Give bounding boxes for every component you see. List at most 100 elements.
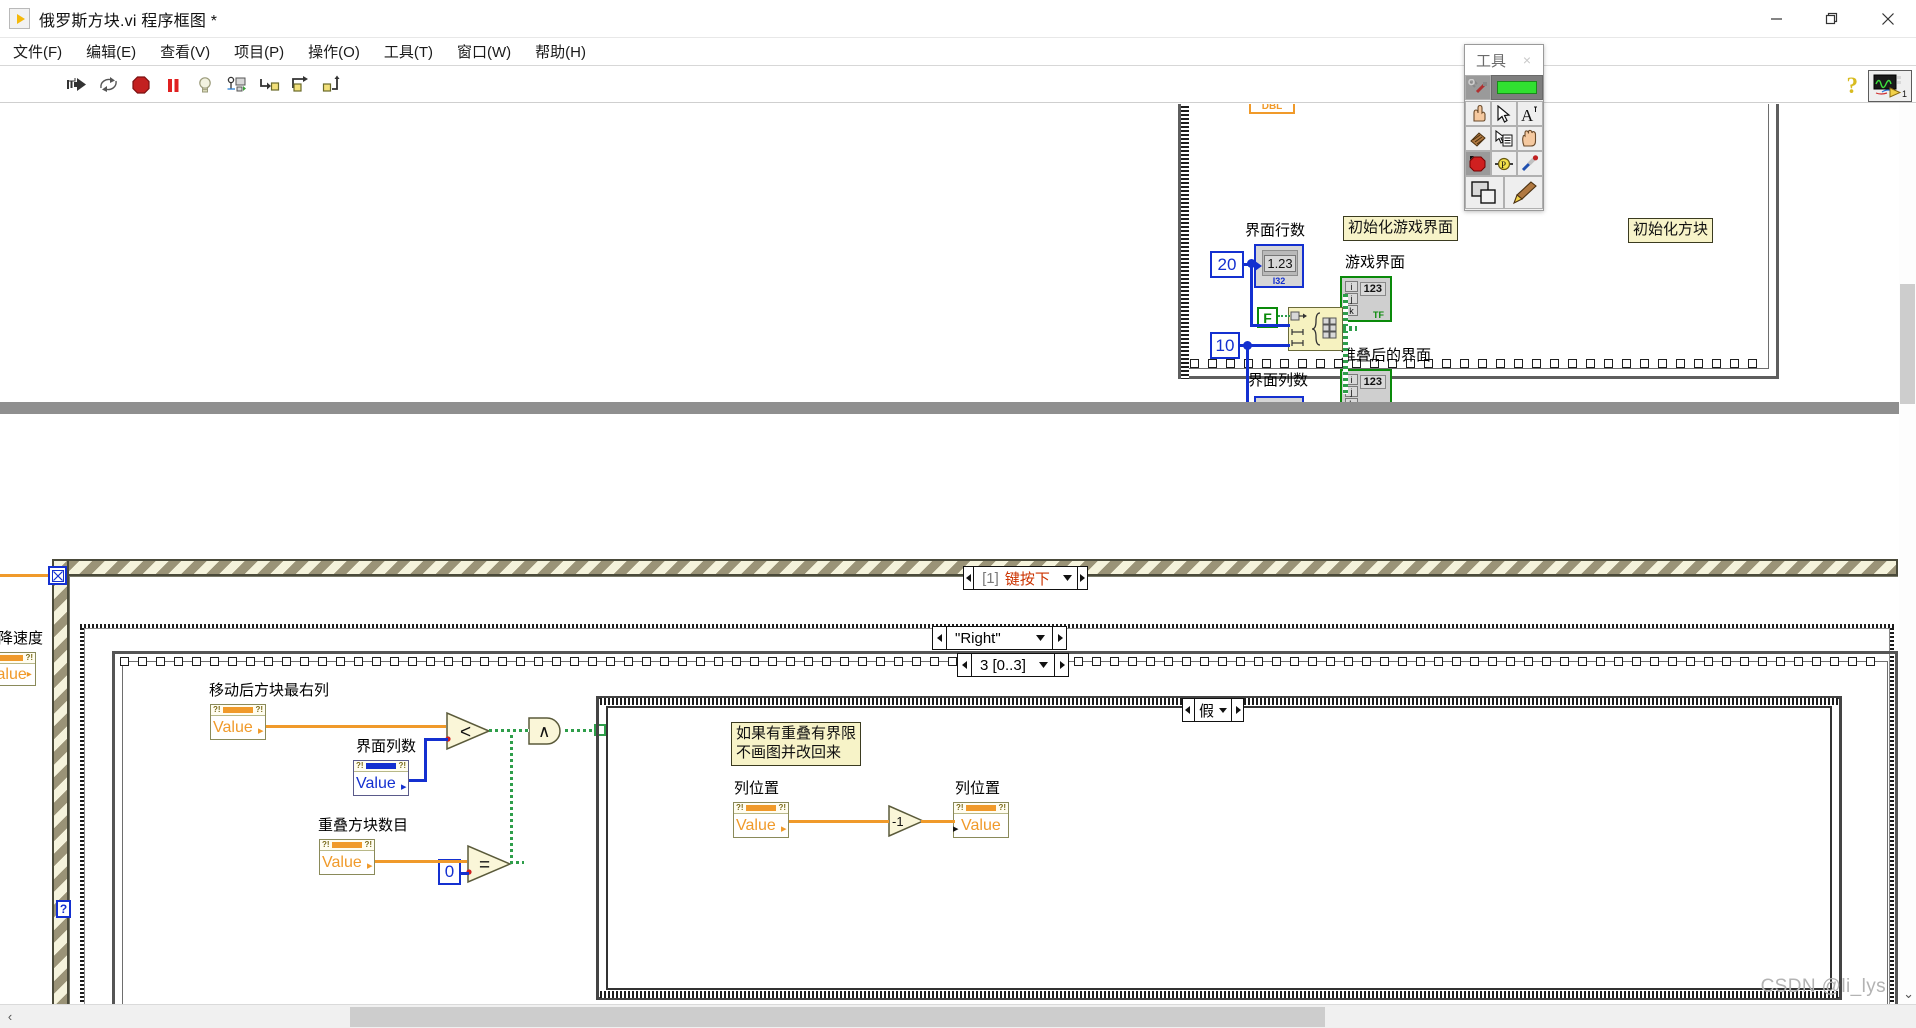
case-index-prev-icon[interactable] bbox=[958, 654, 972, 676]
menu-operate[interactable]: 操作(O) bbox=[297, 38, 371, 65]
terminal-arrow-4: ▸ bbox=[953, 823, 959, 835]
set-clear-breakpoint-tool[interactable] bbox=[1465, 151, 1491, 176]
event-selector-next-icon[interactable] bbox=[1076, 567, 1087, 589]
scroll-down-icon[interactable]: ⌄ bbox=[1903, 986, 1914, 1002]
vertical-scrollbar[interactable]: ⌄ bbox=[1899, 104, 1916, 1004]
run-button[interactable] bbox=[62, 71, 92, 99]
pane-splitter[interactable] bbox=[0, 402, 1899, 414]
block-diagram-canvas[interactable]: DBL 界面行数 20 1.23 I32 初始化游戏界面 游戏界面 ijk 12… bbox=[0, 104, 1916, 1004]
menu-bar: 文件(F) 编辑(E) 查看(V) 项目(P) 操作(O) 工具(T) 窗口(W… bbox=[0, 38, 1916, 66]
comment-init-game-ui[interactable]: 初始化游戏界面 bbox=[1343, 216, 1459, 241]
menu-project[interactable]: 项目(P) bbox=[223, 38, 295, 65]
and-primitive[interactable]: ∧ bbox=[527, 716, 565, 746]
tools-palette[interactable]: 工具 × A P bbox=[1464, 44, 1544, 211]
case-boolean-selector[interactable]: 假 bbox=[1182, 698, 1244, 722]
tools-palette-close-icon[interactable]: × bbox=[1511, 45, 1543, 75]
event-structure-frame-left[interactable] bbox=[52, 559, 69, 1004]
terminal-drop-speed[interactable]: ?!?! Value▸ bbox=[0, 652, 36, 686]
case-index-dropdown-icon[interactable] bbox=[1038, 656, 1049, 674]
event-selector-dropdown-icon[interactable] bbox=[1062, 569, 1073, 587]
position-size-select-tool[interactable] bbox=[1491, 101, 1517, 126]
svg-text:∧: ∧ bbox=[538, 722, 550, 741]
case-index-selector[interactable]: 3 [0..3] bbox=[957, 653, 1069, 677]
wire-zero-to-eq bbox=[461, 872, 469, 875]
step-into-button[interactable] bbox=[254, 71, 284, 99]
dbl-constant-fragment[interactable]: DBL bbox=[1249, 104, 1295, 114]
retain-wire-values-button[interactable] bbox=[222, 71, 252, 99]
tools-palette-titlebar[interactable]: 工具 × bbox=[1465, 45, 1543, 75]
help-question-icon[interactable]: ? bbox=[1847, 73, 1859, 99]
vertical-scroll-thumb[interactable] bbox=[1900, 284, 1915, 404]
label-ui-cols-lower: 界面列数 bbox=[356, 738, 417, 755]
numeric-glyph: 1.23 bbox=[1264, 254, 1296, 272]
case-index-next-icon[interactable] bbox=[1054, 654, 1068, 676]
label-moved-block-rightmost-col: 移动后方块最右列 bbox=[209, 682, 330, 699]
event-selector-prev-icon[interactable] bbox=[964, 567, 975, 589]
case-key-next-icon[interactable] bbox=[1052, 627, 1066, 649]
horizontal-scrollbar[interactable]: ‹ bbox=[0, 1004, 1916, 1028]
case-key-selector[interactable]: "Right" bbox=[932, 626, 1067, 650]
case-boolean-prev-icon[interactable] bbox=[1183, 699, 1195, 721]
highlight-execution-button[interactable] bbox=[190, 71, 220, 99]
context-help-icon[interactable]: 1 bbox=[1868, 70, 1912, 102]
abort-button[interactable] bbox=[126, 71, 156, 99]
terminal-arrow-2: ▸ bbox=[367, 860, 373, 872]
diagram-comment[interactable]: 如果有重叠有界限 不画图并改回来 bbox=[731, 722, 862, 766]
paintbrush-icon[interactable] bbox=[1504, 176, 1543, 209]
eyedropper-icon[interactable] bbox=[1517, 151, 1543, 176]
ui-rows-indicator[interactable]: 1.23 I32 bbox=[1254, 244, 1304, 288]
step-out-button[interactable] bbox=[318, 71, 348, 99]
minimize-button[interactable] bbox=[1748, 0, 1804, 38]
decrement-primitive[interactable]: -1 bbox=[887, 804, 925, 838]
rows-constant[interactable]: 20 bbox=[1210, 251, 1244, 278]
terminal-col-position-write[interactable]: ?!?! Value bbox=[953, 802, 1009, 838]
wire-overlap-to-eq bbox=[375, 860, 467, 863]
scroll-left-icon[interactable]: ‹ bbox=[0, 1009, 20, 1024]
automatic-tool-selection[interactable] bbox=[1465, 75, 1491, 100]
color-swatches-icon[interactable] bbox=[1465, 176, 1504, 209]
case-key-prev-icon[interactable] bbox=[933, 627, 947, 649]
cols-constant[interactable]: 10 bbox=[1210, 332, 1240, 359]
event-timeout-terminal[interactable] bbox=[48, 566, 67, 585]
event-case-selector[interactable]: [1] 键按下 bbox=[963, 566, 1088, 590]
equal-primitive[interactable]: = bbox=[466, 844, 512, 884]
wire-cols-to-less-h bbox=[409, 779, 427, 782]
wire-cols-down bbox=[1246, 344, 1249, 410]
array-type-tag: TF bbox=[1373, 310, 1384, 320]
case-boolean-dropdown-icon[interactable] bbox=[1218, 701, 1228, 719]
object-shortcut-menu-tool[interactable] bbox=[1491, 126, 1517, 151]
comment-init-block[interactable]: 初始化方块 bbox=[1628, 218, 1714, 243]
automatic-tool-led[interactable] bbox=[1491, 75, 1543, 100]
probe-data-tool[interactable]: P bbox=[1491, 151, 1517, 176]
wire-rows-to-node bbox=[1250, 324, 1290, 327]
svg-text:1: 1 bbox=[1902, 89, 1907, 99]
horizontal-scroll-thumb[interactable] bbox=[350, 1007, 1325, 1027]
menu-help[interactable]: 帮助(H) bbox=[524, 38, 597, 65]
svg-text:P: P bbox=[1501, 160, 1506, 170]
label-ui-cols-top: 界面列数 bbox=[1248, 372, 1309, 389]
wire-less-to-and bbox=[489, 729, 529, 732]
event-conditional-terminal[interactable]: ? bbox=[56, 900, 71, 918]
less-than-primitive[interactable]: < bbox=[445, 711, 491, 751]
menu-window[interactable]: 窗口(W) bbox=[446, 38, 522, 65]
scroll-window-tool[interactable] bbox=[1517, 126, 1543, 151]
wire-cols-to-less-top bbox=[424, 738, 448, 741]
label-ui-rows: 界面行数 bbox=[1245, 222, 1306, 239]
window-title: 俄罗斯方块.vi 程序框图 * bbox=[39, 12, 218, 30]
menu-tools[interactable]: 工具(T) bbox=[373, 38, 444, 65]
step-over-button[interactable] bbox=[286, 71, 316, 99]
menu-view[interactable]: 查看(V) bbox=[149, 38, 221, 65]
menu-edit[interactable]: 编辑(E) bbox=[75, 38, 147, 65]
operate-value-tool[interactable] bbox=[1465, 101, 1491, 126]
pause-button[interactable] bbox=[158, 71, 188, 99]
case-boolean-next-icon[interactable] bbox=[1231, 699, 1243, 721]
connect-wire-tool[interactable] bbox=[1465, 126, 1491, 151]
tools-palette-bottom-row bbox=[1465, 176, 1543, 210]
close-button[interactable] bbox=[1860, 0, 1916, 38]
menu-file[interactable]: 文件(F) bbox=[2, 38, 73, 65]
case-key-dropdown-icon[interactable] bbox=[1035, 629, 1046, 647]
maximize-button[interactable] bbox=[1804, 0, 1860, 38]
initialize-array-node[interactable] bbox=[1288, 307, 1343, 351]
run-continuously-button[interactable] bbox=[94, 71, 124, 99]
edit-text-tool[interactable]: A bbox=[1517, 101, 1543, 126]
